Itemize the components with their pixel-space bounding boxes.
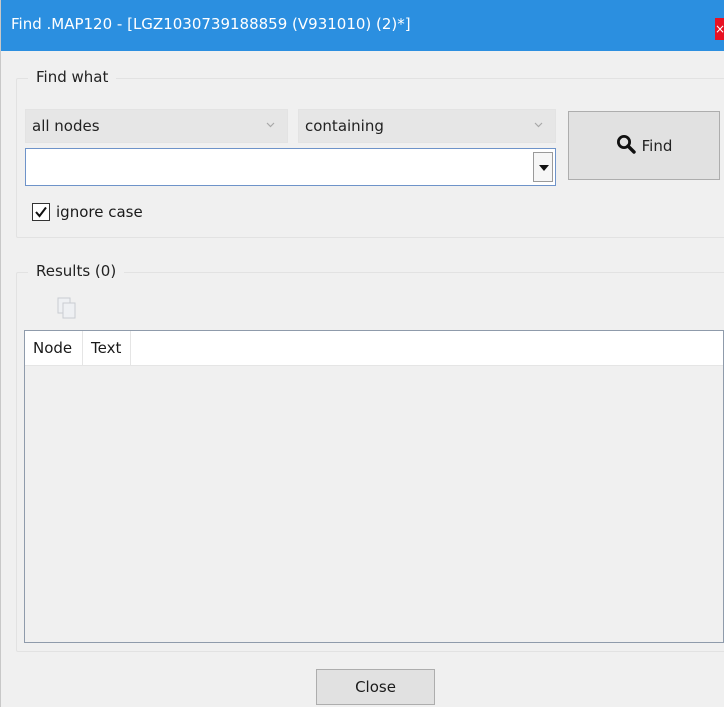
find-dialog: Find .MAP120 - [LGZ1030739188859 (V93101…: [0, 0, 724, 707]
column-header-text[interactable]: Text: [83, 331, 131, 365]
search-input[interactable]: [25, 148, 556, 186]
window-title: Find .MAP120 - [LGZ1030739188859 (V93101…: [11, 15, 411, 33]
ignore-case-checkbox[interactable]: [32, 203, 50, 221]
window-close-button[interactable]: ×: [715, 18, 724, 40]
column-header-node[interactable]: Node: [25, 331, 83, 365]
checkmark-icon: [35, 206, 47, 218]
results-list[interactable]: Node Text: [24, 330, 724, 643]
results-list-header: Node Text: [25, 331, 723, 366]
title-bar[interactable]: Find .MAP120 - [LGZ1030739188859 (V93101…: [1, 0, 724, 51]
copy-icon[interactable]: [55, 296, 79, 324]
ignore-case-label[interactable]: ignore case: [56, 203, 143, 221]
close-button[interactable]: Close: [316, 669, 435, 705]
find-button-label: Find: [641, 136, 673, 155]
match-mode-select[interactable]: containing: [298, 109, 556, 143]
chevron-down-icon: [266, 118, 275, 131]
scope-select-value: all nodes: [32, 117, 100, 135]
scope-select[interactable]: all nodes: [25, 109, 288, 143]
chevron-down-icon: [534, 118, 543, 131]
match-mode-select-value: containing: [305, 117, 384, 135]
find-button[interactable]: Find: [568, 111, 720, 180]
find-what-label: Find what: [28, 68, 117, 86]
search-icon: [616, 134, 636, 158]
results-label: Results (0): [28, 262, 125, 280]
search-history-dropdown-button[interactable]: [533, 152, 553, 182]
